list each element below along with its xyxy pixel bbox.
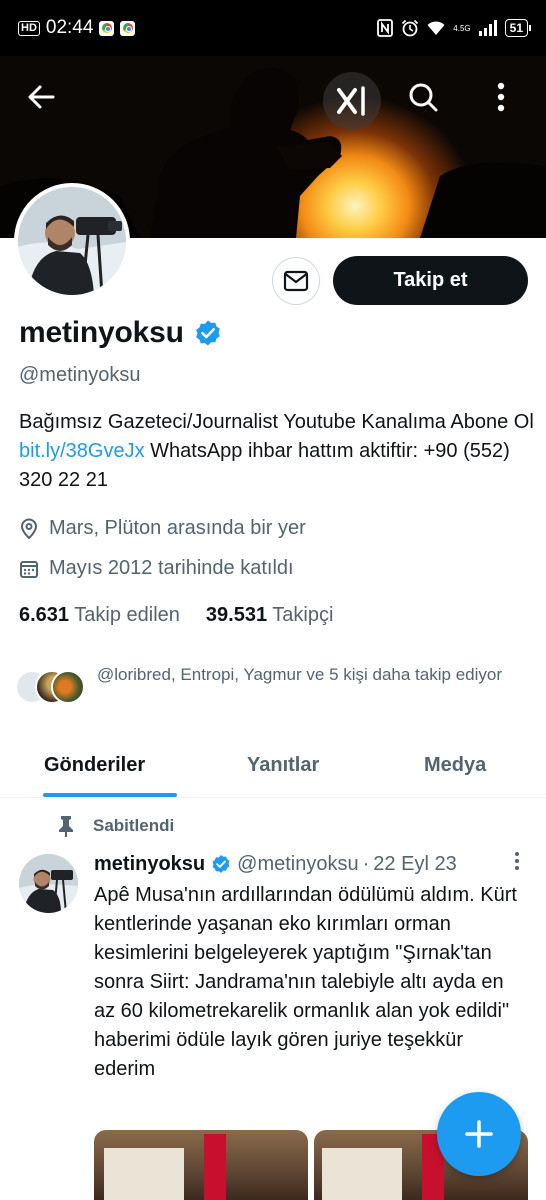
signal-icon [478, 20, 497, 36]
avatar-photo [18, 187, 126, 295]
verified-badge-icon[interactable] [194, 319, 222, 347]
followers-label: Takipçi [272, 604, 334, 626]
more-vertical-icon [497, 82, 505, 112]
tab-posts[interactable]: Gönderiler [0, 738, 200, 797]
compose-post-button[interactable] [437, 1092, 521, 1176]
bio-link[interactable]: bit.ly/38GveJx [19, 440, 145, 462]
profile-location: Mars, Plüton arasında bir yer [19, 517, 306, 540]
media-flag [204, 1134, 226, 1200]
following-link[interactable]: 6.631 Takip edilen [19, 604, 180, 627]
search-button[interactable] [396, 70, 450, 124]
tweet-author-avatar[interactable] [19, 854, 78, 913]
tab-replies[interactable]: Yanıtlar [200, 738, 380, 797]
following-label: Takip edilen [74, 604, 180, 626]
tweet-author-handle[interactable]: @metinyoksu [237, 853, 358, 876]
status-time: 02:44 [45, 17, 94, 38]
grok-icon [337, 86, 365, 116]
tweet-text: Apê Musa'nın ardıllarından ödülümü aldım… [94, 884, 517, 1080]
tab-media[interactable]: Medya [380, 738, 546, 797]
display-name: metinyoksu [19, 316, 184, 349]
back-arrow-icon [28, 85, 55, 109]
tweet-author-name[interactable]: metinyoksu [94, 853, 205, 876]
location-pin-icon [20, 518, 38, 539]
tweet-header: metinyoksu @metinyoksu · 22 Eyl 23 [94, 851, 534, 877]
location-text: Mars, Plüton arasında bir yer [49, 517, 306, 539]
chrome-notification-icon [120, 20, 136, 36]
grok-button[interactable] [323, 72, 381, 130]
battery-indicator: 51 [504, 19, 532, 37]
separator-dot: · [362, 852, 370, 875]
bio-text: Bağımsız Gazeteci/Journalist Youtube Kan… [19, 411, 534, 433]
mail-icon [283, 270, 309, 292]
hd-voice-indicator: HD [18, 20, 40, 36]
profile-avatar[interactable] [14, 183, 130, 299]
profile-stats: 6.631 Takip edilen 39.531 Takipçi [19, 604, 333, 627]
avatar [51, 670, 85, 704]
tweet-more-button[interactable] [514, 851, 520, 877]
profile-join-date: Mayıs 2012 tarihinde katıldı [19, 557, 294, 580]
join-date-text: Mayıs 2012 tarihinde katıldı [49, 557, 294, 579]
wifi-icon [427, 21, 445, 35]
avatar-photo [19, 854, 78, 913]
more-vertical-icon [515, 852, 519, 870]
followers-link[interactable]: 39.531 Takipçi [206, 604, 334, 627]
calendar-icon [20, 560, 38, 578]
profile-name-row: metinyoksu [19, 316, 222, 350]
nfc-icon [377, 19, 394, 37]
followers-you-know[interactable]: @loribred, Entropi, Yagmur ve 5 kişi dah… [15, 662, 527, 704]
media-projector-screen [104, 1148, 184, 1200]
profile-handle: @metinyoksu [19, 364, 141, 386]
followers-count: 39.531 [205, 604, 268, 626]
alarm-icon [402, 19, 419, 37]
profile-tabs: Gönderiler Yanıtlar Medya [0, 738, 546, 798]
pinned-indicator: Sabitlendi [57, 815, 174, 837]
following-count: 6.631 [19, 604, 70, 626]
follower-avatars [15, 662, 87, 704]
profile-bio: Bağımsız Gazeteci/Journalist Youtube Kan… [19, 408, 534, 495]
more-options-button[interactable] [474, 70, 528, 124]
followed-by-text: @loribred, Entropi, Yagmur ve 5 kişi dah… [97, 665, 502, 684]
media-projector-screen [322, 1148, 402, 1200]
back-button[interactable] [14, 70, 68, 124]
search-icon [409, 83, 438, 112]
pin-icon [59, 816, 73, 837]
message-button[interactable] [272, 257, 320, 305]
status-bar: HD 02:44 4.5G 51 [0, 0, 546, 56]
pinned-label: Sabitlendi [93, 816, 175, 835]
plus-icon [465, 1120, 493, 1148]
tweet-media-image[interactable] [94, 1130, 308, 1200]
tweet-date[interactable]: 22 Eyl 23 [373, 853, 456, 876]
network-type: 4.5G [453, 23, 471, 33]
chrome-notification-icon [99, 20, 115, 36]
follow-button[interactable]: Takip et [333, 256, 528, 305]
verified-badge-icon[interactable] [211, 854, 231, 874]
